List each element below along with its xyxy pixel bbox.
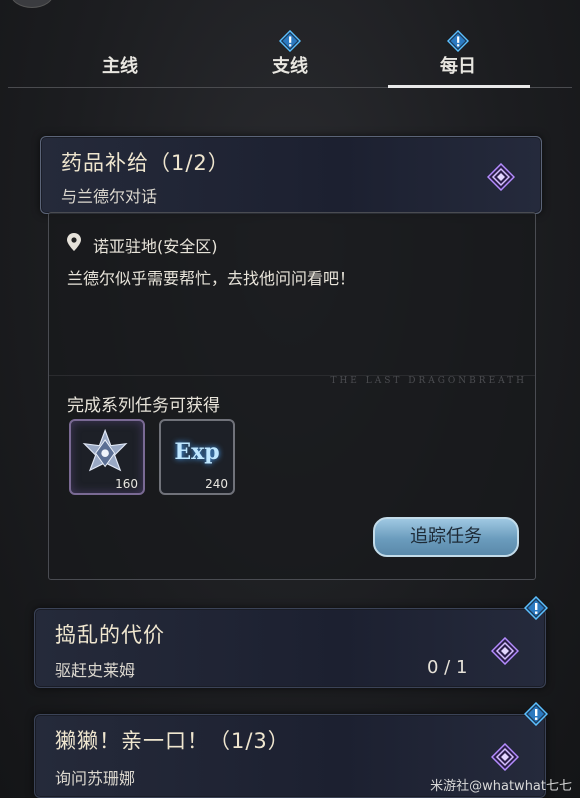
quest-title: 药品补给（1/2） bbox=[61, 151, 230, 175]
quest-subtitle: 询问苏珊娜 bbox=[55, 769, 136, 788]
tab-label: 每日 bbox=[440, 56, 476, 77]
quest-diamond-icon bbox=[487, 163, 515, 191]
tab-label: 支线 bbox=[272, 56, 308, 77]
quest-tabs: 主线 支线 每日 bbox=[0, 0, 580, 92]
tab-label: 主线 bbox=[102, 56, 138, 77]
quest-diamond-icon bbox=[491, 743, 519, 771]
active-tab-indicator bbox=[388, 85, 530, 88]
reward-item-medal[interactable]: 160 bbox=[69, 419, 145, 495]
quest-detail-panel: 诺亚驻地(安全区) 兰德尔似乎需要帮忙，去找他问问看吧！ THE LAST DR… bbox=[48, 212, 536, 580]
alert-icon bbox=[524, 702, 548, 726]
game-banner: THE LAST DRAGONBREATH bbox=[49, 375, 535, 389]
tab-daily[interactable]: 每日 bbox=[398, 30, 518, 82]
quest-location: 诺亚驻地(安全区) bbox=[93, 237, 218, 256]
alert-icon bbox=[447, 30, 469, 52]
source-credit: 米游社@whatwhat七七 bbox=[430, 779, 572, 794]
alert-icon bbox=[524, 596, 548, 620]
quest-description: 兰德尔似乎需要帮忙，去找他问问看吧！ bbox=[67, 269, 356, 288]
reward-count: 160 bbox=[115, 477, 138, 491]
reward-item-exp[interactable]: Exp 240 bbox=[159, 419, 235, 495]
quest-subtitle: 与兰德尔对话 bbox=[61, 187, 158, 206]
quest-card-1[interactable]: 药品补给（1/2） 与兰德尔对话 bbox=[40, 136, 542, 214]
tab-side[interactable]: 支线 bbox=[230, 30, 350, 82]
reward-heading: 完成系列任务可获得 bbox=[67, 396, 220, 416]
quest-title: 獭獭！亲一口！（1/3） bbox=[55, 729, 290, 753]
reward-count: 240 bbox=[205, 477, 228, 491]
quest-diamond-icon bbox=[491, 637, 519, 665]
exp-icon: Exp bbox=[174, 439, 220, 465]
quest-card-2[interactable]: 捣乱的代价 驱赶史莱姆 0 / 1 bbox=[34, 608, 546, 688]
track-quest-button[interactable]: 追踪任务 bbox=[373, 517, 519, 557]
tab-main[interactable]: 主线 bbox=[60, 52, 180, 82]
location-pin-icon bbox=[67, 233, 81, 251]
quest-progress: 0 / 1 bbox=[427, 657, 468, 678]
alert-icon bbox=[279, 30, 301, 52]
quest-subtitle: 驱赶史莱姆 bbox=[55, 661, 136, 680]
quest-title: 捣乱的代价 bbox=[55, 623, 165, 647]
